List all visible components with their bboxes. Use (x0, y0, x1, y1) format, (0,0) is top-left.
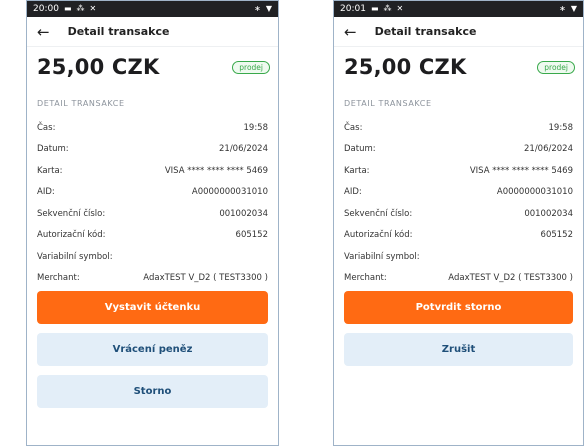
detail-list: Čas: 19:58 Datum: 21/06/2024 Karta: VISA… (27, 117, 278, 289)
detail-value: 21/06/2024 (524, 144, 573, 155)
message-icon: ▬ (370, 4, 379, 13)
detail-label: AID: (344, 187, 362, 198)
status-time: 20:01 (340, 4, 366, 14)
status-bar: 20:01 ▬ ⁂ ✕ ∗ ▼ (334, 1, 583, 17)
detail-row-variable-symbol: Variabilní symbol: (27, 246, 278, 268)
detail-row-card: Karta: VISA **** **** **** 5469 (27, 160, 278, 182)
detail-label: Čas: (37, 122, 56, 133)
detail-row-auth-code: Autorizační kód: 605152 (27, 225, 278, 247)
detail-label: Autorizační kód: (344, 230, 413, 241)
detail-label: AID: (37, 187, 55, 198)
page-title: Detail transakce (374, 25, 477, 38)
detail-value: A0000000031010 (191, 187, 268, 198)
detail-label: Merchant: (37, 273, 80, 284)
network-icon: ⁂ (76, 4, 85, 13)
app-bar: ← Detail transakce (334, 17, 583, 47)
detail-row-merchant: Merchant: AdaxTEST V_D2 ( TEST3300 ) (27, 268, 278, 290)
detail-row-aid: AID: A0000000031010 (27, 182, 278, 204)
confirm-storno-button[interactable]: Potvrdit storno (344, 291, 573, 324)
detail-label: Variabilní symbol: (344, 251, 420, 262)
cancel-button[interactable]: Zrušit (344, 333, 573, 366)
issue-receipt-button[interactable]: Vystavit účtenku (37, 291, 268, 324)
detail-row-card: Karta: VISA **** **** **** 5469 (334, 160, 583, 182)
signal-icon: ✕ (396, 4, 404, 13)
detail-list: Čas: 19:58 Datum: 21/06/2024 Karta: VISA… (334, 117, 583, 289)
detail-value: A0000000031010 (496, 187, 573, 198)
phone-screen-left: 20:00 ▬ ⁂ ✕ ∗ ▼ ← Detail transakce 25,00… (26, 0, 279, 446)
detail-row-merchant: Merchant: AdaxTEST V_D2 ( TEST3300 ) (334, 268, 583, 290)
detail-row-variable-symbol: Variabilní symbol: (334, 246, 583, 268)
detail-row-sequence: Sekvenční číslo: 001002034 (27, 203, 278, 225)
amount-row: 25,00 CZK prodej (27, 47, 278, 87)
detail-label: Datum: (344, 144, 376, 155)
back-arrow-icon[interactable]: ← (344, 23, 357, 41)
section-heading: DETAIL TRANSAKCE (37, 99, 125, 108)
detail-row-sequence: Sekvenční číslo: 001002034 (334, 203, 583, 225)
transaction-amount: 25,00 CZK (37, 55, 160, 79)
transaction-type-badge: prodej (537, 60, 575, 74)
detail-value: 19:58 (548, 122, 574, 133)
status-time: 20:00 (33, 4, 59, 14)
detail-label: Variabilní symbol: (37, 251, 113, 262)
detail-value: VISA **** **** **** 5469 (164, 165, 268, 176)
detail-label: Čas: (344, 122, 363, 133)
detail-row-date: Datum: 21/06/2024 (334, 139, 583, 161)
detail-row-time: Čas: 19:58 (27, 117, 278, 139)
bluetooth-icon: ∗ (254, 4, 261, 13)
wifi-icon: ▼ (570, 4, 577, 13)
section-heading: DETAIL TRANSAKCE (344, 99, 432, 108)
status-bar: 20:00 ▬ ⁂ ✕ ∗ ▼ (27, 1, 278, 17)
storno-button[interactable]: Storno (37, 375, 268, 408)
detail-row-time: Čas: 19:58 (334, 117, 583, 139)
detail-label: Karta: (37, 165, 63, 176)
detail-label: Merchant: (344, 273, 387, 284)
signal-icon: ✕ (89, 4, 97, 13)
page-title: Detail transakce (67, 25, 170, 38)
bluetooth-icon: ∗ (559, 4, 566, 13)
transaction-amount: 25,00 CZK (344, 55, 467, 79)
detail-value: 605152 (540, 230, 573, 241)
detail-value: 001002034 (219, 208, 268, 219)
detail-value: 001002034 (524, 208, 573, 219)
detail-row-auth-code: Autorizační kód: 605152 (334, 225, 583, 247)
detail-label: Sekvenční číslo: (344, 208, 413, 219)
detail-value: 19:58 (243, 122, 269, 133)
detail-label: Karta: (344, 165, 370, 176)
detail-row-date: Datum: 21/06/2024 (27, 139, 278, 161)
refund-button[interactable]: Vrácení peněz (37, 333, 268, 366)
app-bar: ← Detail transakce (27, 17, 278, 47)
detail-label: Autorizační kód: (37, 230, 106, 241)
message-icon: ▬ (63, 4, 72, 13)
back-arrow-icon[interactable]: ← (37, 23, 50, 41)
detail-label: Datum: (37, 144, 69, 155)
phone-screen-right: 20:01 ▬ ⁂ ✕ ∗ ▼ ← Detail transakce 25,00… (333, 0, 584, 446)
network-icon: ⁂ (383, 4, 392, 13)
detail-value: AdaxTEST V_D2 ( TEST3300 ) (448, 273, 573, 284)
detail-value: VISA **** **** **** 5469 (469, 165, 573, 176)
detail-label: Sekvenční číslo: (37, 208, 106, 219)
detail-value: AdaxTEST V_D2 ( TEST3300 ) (143, 273, 268, 284)
detail-row-aid: AID: A0000000031010 (334, 182, 583, 204)
amount-row: 25,00 CZK prodej (334, 47, 583, 87)
wifi-icon: ▼ (265, 4, 272, 13)
transaction-type-badge: prodej (232, 60, 270, 74)
detail-value: 605152 (235, 230, 268, 241)
detail-value: 21/06/2024 (219, 144, 268, 155)
